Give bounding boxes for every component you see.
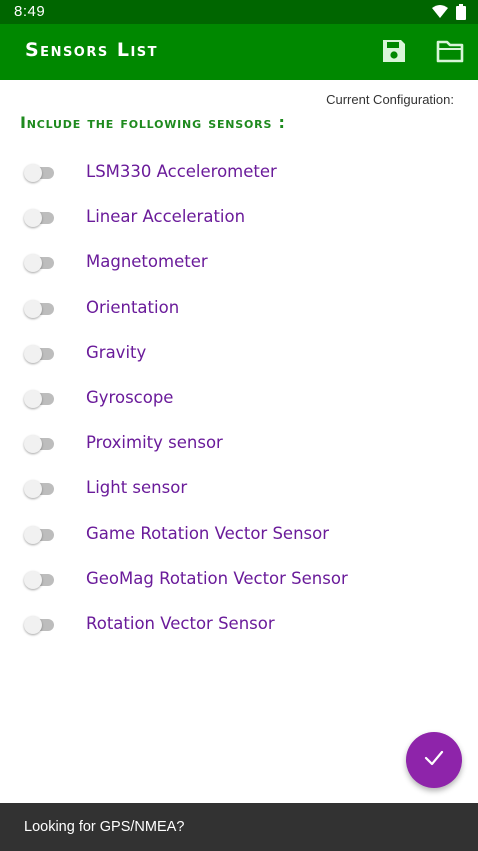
sensor-toggle[interactable]: [24, 525, 54, 544]
status-bar: 8:49: [0, 0, 478, 24]
sensor-label: Orientation: [86, 297, 180, 317]
battery-icon: [456, 4, 466, 24]
switch-thumb: [24, 344, 42, 363]
list-item[interactable]: Linear Acceleration: [0, 195, 478, 240]
list-item[interactable]: Light sensor: [0, 466, 478, 511]
switch-thumb: [24, 570, 42, 589]
current-configuration-label: Current Configuration:: [326, 92, 454, 107]
list-item[interactable]: Gyroscope: [0, 376, 478, 421]
sensor-label: Proximity sensor: [86, 433, 223, 453]
list-item[interactable]: GeoMag Rotation Vector Sensor: [0, 557, 478, 602]
switch-thumb: [24, 480, 42, 499]
sensor-toggle[interactable]: [24, 344, 54, 363]
switch-thumb: [24, 435, 42, 454]
sensor-toggle[interactable]: [24, 209, 54, 228]
switch-thumb: [24, 389, 42, 408]
sensor-toggle[interactable]: [24, 254, 54, 273]
sensor-toggle[interactable]: [24, 480, 54, 499]
confirm-fab-button[interactable]: [406, 732, 462, 788]
switch-thumb: [24, 525, 42, 544]
list-item[interactable]: Orientation: [0, 286, 478, 331]
folder-icon: [435, 40, 465, 69]
sensor-toggle[interactable]: [24, 570, 54, 589]
save-icon: [380, 40, 408, 69]
switch-thumb: [24, 209, 42, 228]
section-heading: Include the following sensors :: [20, 113, 286, 132]
sensor-label: Gravity: [86, 342, 147, 362]
sensor-label: GeoMag Rotation Vector Sensor: [86, 568, 348, 588]
switch-thumb: [24, 254, 42, 273]
sensor-label: Game Rotation Vector Sensor: [86, 523, 329, 543]
sensor-toggle[interactable]: [24, 435, 54, 454]
app-title: Sensors List: [25, 39, 159, 61]
snackbar-text: Looking for GPS/NMEA?: [24, 819, 185, 835]
check-icon: [423, 747, 445, 773]
sensor-label: Linear Acceleration: [86, 207, 246, 227]
list-item[interactable]: LSM330 Accelerometer: [0, 150, 478, 195]
list-item[interactable]: Game Rotation Vector Sensor: [0, 512, 478, 557]
open-folder-button[interactable]: [435, 37, 465, 67]
switch-thumb: [24, 164, 42, 182]
switch-thumb: [24, 299, 42, 318]
sensor-toggle[interactable]: [24, 164, 54, 182]
sensor-toggle[interactable]: [24, 615, 54, 634]
snackbar[interactable]: Looking for GPS/NMEA?: [0, 803, 478, 851]
sensor-label: LSM330 Accelerometer: [86, 162, 277, 181]
sensor-toggle[interactable]: [24, 389, 54, 408]
switch-thumb: [24, 615, 42, 634]
app-bar: Sensors List: [0, 24, 478, 80]
wifi-icon: [432, 5, 448, 23]
list-item[interactable]: Magnetometer: [0, 240, 478, 285]
status-icons: [432, 4, 466, 24]
list-item[interactable]: Gravity: [0, 331, 478, 376]
sensor-toggle[interactable]: [24, 299, 54, 318]
list-item[interactable]: Rotation Vector Sensor: [0, 602, 478, 647]
list-item[interactable]: Proximity sensor: [0, 421, 478, 466]
status-time: 8:49: [14, 3, 46, 20]
sensor-label: Light sensor: [86, 478, 188, 498]
sensor-label: Magnetometer: [86, 252, 208, 272]
sensor-label: Rotation Vector Sensor: [86, 613, 275, 633]
sensor-label: Gyroscope: [86, 387, 174, 407]
sensor-list: LSM330 Accelerometer Linear Acceleration…: [0, 150, 478, 647]
save-button[interactable]: [380, 37, 410, 67]
